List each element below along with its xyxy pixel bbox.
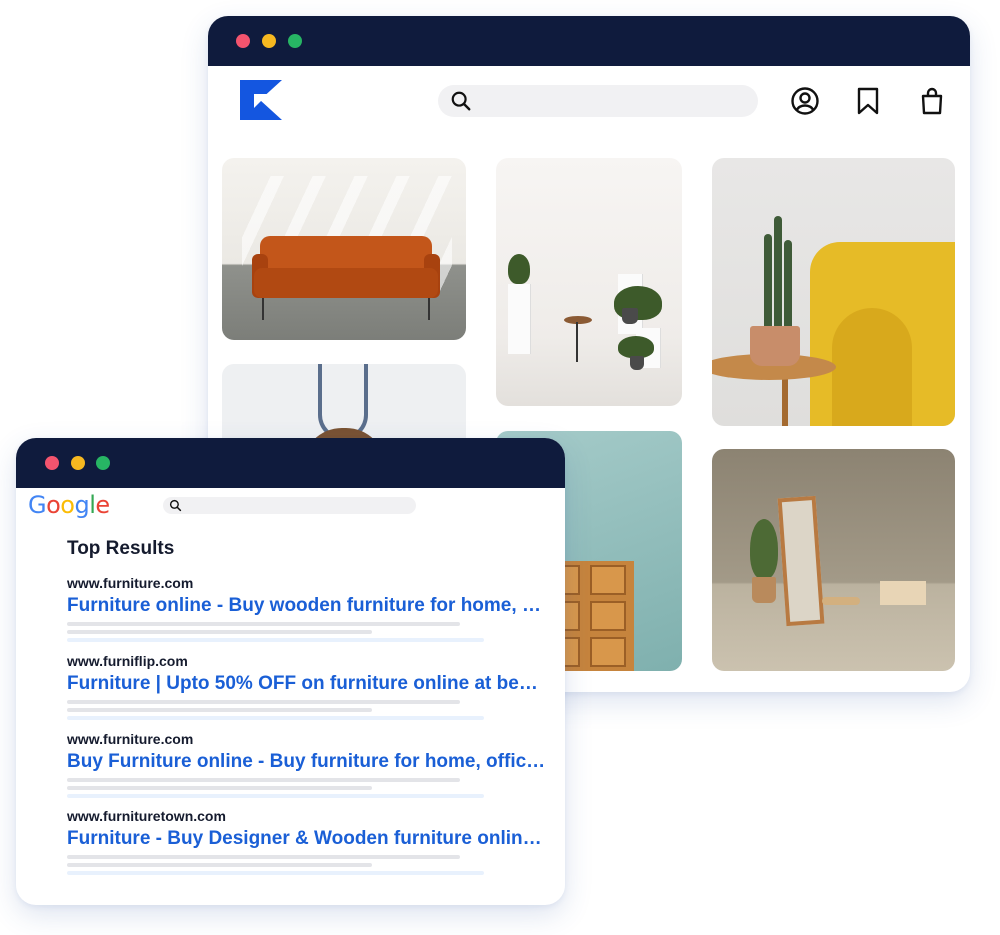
maximize-dot[interactable] [96,456,110,470]
google-logo-letter: e [95,491,110,519]
side-table [880,581,926,605]
result-title-link[interactable]: Furniture online - Buy wooden furniture … [67,595,547,617]
maximize-dot[interactable] [288,34,302,48]
bookmark-icon[interactable] [853,86,883,116]
search-result: www.furniture.com Buy Furniture online -… [67,731,547,798]
drawer [590,601,626,631]
minimize-dot[interactable] [71,456,85,470]
plant [750,519,778,579]
result-title-link[interactable]: Furniture - Buy Designer & Wooden furnit… [67,828,547,850]
stool [822,597,860,605]
google-logo-letter: o [46,491,61,519]
google-window: Google Top Results www.furniture.com Fur… [16,438,565,905]
snippet-line [67,630,372,634]
shop-titlebar [208,16,970,66]
google-logo[interactable]: Google [28,491,110,519]
minimize-dot[interactable] [262,34,276,48]
result-url[interactable]: www.furnituretown.com [67,808,547,826]
cactus [764,234,772,334]
close-dot[interactable] [45,456,59,470]
pot [630,356,644,370]
drawer [590,637,626,667]
snippet-line [67,700,460,704]
search-icon [451,91,471,111]
snippet-line [67,716,484,720]
product-tile-mirror-room[interactable] [712,449,955,671]
google-logo-letter: o [60,491,75,519]
search-result: www.furniture.com Furniture online - Buy… [67,575,547,642]
k-logo-icon[interactable] [240,80,284,120]
stage: Google Top Results www.furniture.com Fur… [0,0,1000,935]
user-icon[interactable] [790,86,820,116]
results-title: Top Results [67,538,175,559]
snippet-line [67,778,460,782]
snippet-line [67,622,460,626]
snippet-line [67,708,372,712]
yellow-chair-arm [832,308,912,426]
cactus-pot [750,326,800,366]
pot [622,308,638,324]
search-result: www.furnituretown.com Furniture - Buy De… [67,808,547,875]
plant [618,336,654,358]
snippet-line [67,871,484,875]
result-title-link[interactable]: Buy Furniture online - Buy furniture for… [67,751,547,773]
product-tile-orange-sofa[interactable] [222,158,466,340]
cactus [774,216,782,334]
pedestal [508,284,530,354]
pot [752,577,776,603]
product-tile-cactus-chair[interactable] [712,158,955,426]
snippet-line [67,794,484,798]
stool [564,316,592,324]
stool-leg [576,322,578,362]
snippet-line [67,855,460,859]
google-logo-letter: G [28,491,47,519]
sofa-leg [428,298,430,320]
table-leg [782,376,788,426]
shopping-bag-icon[interactable] [917,86,947,116]
product-tile-white-room[interactable] [496,158,682,406]
drawer [590,565,626,595]
sofa-seat [254,268,438,298]
result-title-link[interactable]: Furniture | Upto 50% OFF on furniture on… [67,673,547,695]
shop-search-input[interactable] [438,85,758,117]
snippet-line [67,638,484,642]
result-url[interactable]: www.furniture.com [67,575,547,593]
sofa-leg [262,298,264,320]
result-url[interactable]: www.furniflip.com [67,653,547,671]
google-titlebar [16,438,565,488]
floor-mirror [777,495,825,627]
close-dot[interactable] [236,34,250,48]
search-icon [169,499,182,512]
search-result: www.furniflip.com Furniture | Upto 50% O… [67,653,547,720]
plant [508,254,530,284]
google-search-input[interactable] [163,497,416,514]
result-url[interactable]: www.furniture.com [67,731,547,749]
snippet-line [67,786,372,790]
snippet-line [67,863,372,867]
cactus [784,240,792,334]
google-logo-letter: g [74,491,90,519]
